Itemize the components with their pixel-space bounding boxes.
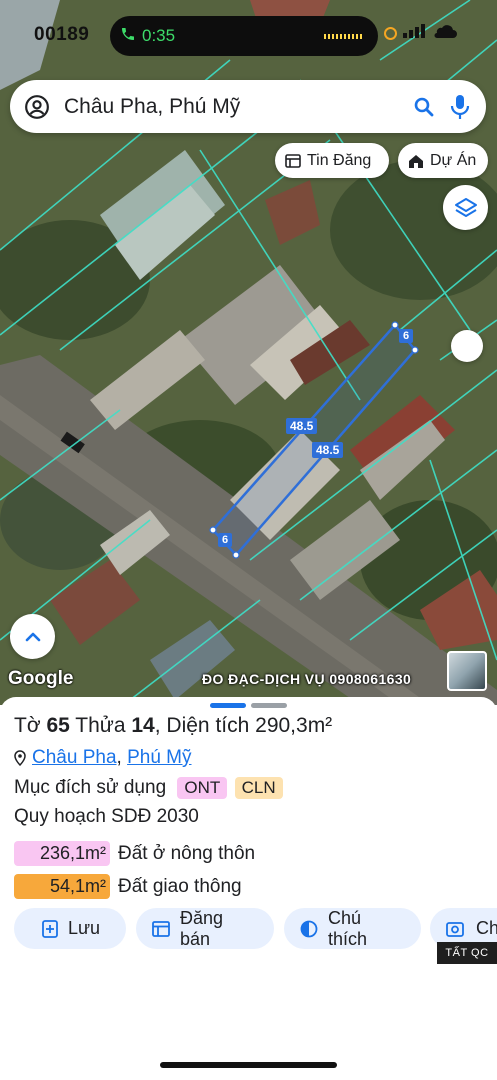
home-indicator[interactable] [160, 1062, 337, 1068]
layers-button[interactable] [443, 185, 488, 230]
status-left-text: 00189 [34, 24, 90, 45]
parcel-dimension-label: 48.5 [286, 418, 318, 434]
project-chip-label: Dự Án [430, 151, 477, 169]
audio-waveform-icon [324, 34, 364, 39]
plot-number: 14 [131, 714, 155, 737]
legend-button-label: Chú thích [328, 907, 368, 949]
dynamic-island: 0:35 [110, 16, 378, 56]
ad-label[interactable]: TẤT QC [437, 942, 497, 964]
area-badge: 236,1m² [14, 841, 110, 866]
list-icon [285, 153, 301, 169]
zoning-plan: Quy hoạch SDĐ 2030 [14, 806, 199, 827]
call-timer: 0:35 [142, 26, 176, 45]
area-type-label: Đất giao thông [118, 875, 242, 897]
area-badge: 54,1m² [14, 874, 110, 899]
expand-button[interactable] [10, 614, 55, 659]
save-button-label: Lưu [68, 918, 101, 938]
house-icon [408, 153, 424, 169]
parcel-area: 290,3m² [255, 714, 333, 737]
recording-dot-icon [384, 27, 397, 40]
parcel-dimension-label: 6 [399, 329, 414, 343]
location-pin-icon [14, 750, 26, 766]
chevron-up-icon [23, 627, 43, 647]
area-breakdown-row: 236,1m² Đất ở nông thôn [14, 841, 255, 866]
sheet-number: 65 [46, 714, 70, 737]
parcel-info-sheet[interactable]: Tờ 65 Thửa 14, Diện tích 290,3m² Châu Ph… [0, 697, 497, 1080]
area-breakdown-row: 54,1m² Đất giao thông [14, 874, 242, 899]
city-link[interactable]: Phú Mỹ [127, 747, 191, 768]
post-button-label: Đăng bán [180, 907, 224, 949]
commune-link[interactable]: Châu Pha [32, 747, 117, 768]
land-use-row: Mục đích sử dụng ONT CLN [14, 777, 283, 799]
bookmark-add-icon [42, 919, 58, 938]
land-use-tag[interactable]: CLN [234, 777, 283, 799]
street-view-thumbnail[interactable] [447, 651, 487, 691]
capture-button-label: Ch [476, 918, 497, 938]
account-icon[interactable] [24, 94, 50, 120]
listing-chip[interactable]: Tin Đăng [275, 143, 389, 178]
cloud-icon [431, 24, 457, 43]
save-button[interactable]: Lưu [14, 908, 126, 949]
post-for-sale-button[interactable]: Đăng bán [136, 908, 274, 949]
parcel-location: Châu Pha, Phú Mỹ [14, 747, 192, 769]
legend-button[interactable]: Chú thích [284, 908, 421, 949]
land-use-tag[interactable]: ONT [177, 777, 228, 799]
scroll-handle[interactable] [451, 330, 483, 362]
sheet-handle[interactable] [210, 703, 246, 708]
google-logo: Google [8, 668, 74, 689]
contrast-icon [300, 920, 318, 938]
listing-chip-label: Tin Đăng [307, 151, 372, 169]
parcel-dimension-label: 48.5 [312, 442, 344, 458]
survey-service-banner[interactable]: ĐO ĐẠC-DỊCH VỤ 0908061630 [202, 671, 411, 687]
signal-icon [403, 24, 425, 43]
search-bar[interactable]: Châu Pha, Phú Mỹ [10, 80, 486, 133]
map-view[interactable]: 6 48.5 48.5 6 00189 0:35 Châu Pha, Phú M… [0, 0, 497, 705]
area-type-label: Đất ở nông thôn [118, 842, 256, 864]
parcel-dimension-label: 6 [218, 533, 233, 547]
camera-add-icon [446, 920, 466, 938]
listing-icon [152, 920, 170, 937]
layers-icon [454, 196, 478, 220]
search-input[interactable]: Châu Pha, Phú Mỹ [64, 95, 412, 119]
project-chip[interactable]: Dự Án [398, 143, 488, 178]
phone-icon [120, 26, 136, 47]
parcel-title: Tờ 65 Thửa 14, Diện tích 290,3m² [14, 714, 333, 737]
search-icon[interactable] [412, 95, 436, 119]
microphone-icon[interactable] [450, 94, 470, 120]
sheet-handle-secondary [251, 703, 287, 708]
